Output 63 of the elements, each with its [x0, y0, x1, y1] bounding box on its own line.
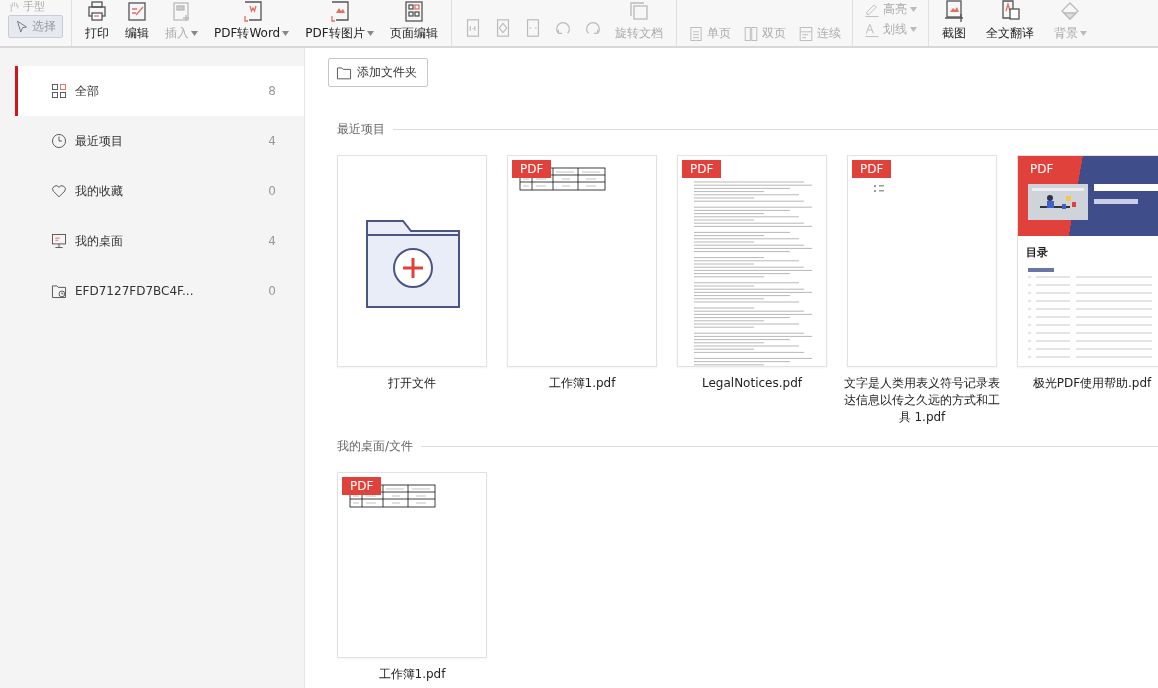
highlighter-icon: [863, 1, 880, 18]
page-grid-icon: [402, 0, 425, 22]
file-name: 工作簿1.pdf: [377, 666, 447, 683]
file-thumbnail[interactable]: PDF: [677, 155, 827, 367]
pointer-icon: [15, 19, 29, 34]
single-page-icon: [687, 25, 704, 42]
item-count: 8: [268, 84, 276, 98]
cover-title-drawing: [1094, 184, 1158, 206]
toolbar-button[interactable]: 打印: [80, 0, 114, 42]
file-name: 文字是人类用表义符号记录表达信息以传之久远的方式和工具 1.pdf: [843, 375, 1001, 426]
sidebar-item-label: 我的桌面: [75, 232, 124, 250]
toolbar-button[interactable]: 全文翻译: [980, 0, 1039, 42]
file-thumbnail[interactable]: PDF: [847, 155, 997, 367]
underline-icon: [863, 21, 880, 38]
edit-icon: [126, 0, 148, 22]
sidebar-item-label: 最近项目: [75, 132, 124, 150]
sidebar-item[interactable]: 我的桌面 4: [15, 216, 304, 266]
file-name: 极光PDF使用帮助.pdf: [1031, 375, 1153, 392]
sidebar-item[interactable]: 我的收藏 0: [15, 166, 304, 216]
list-page-drawing: [874, 185, 884, 192]
sidebar-item-label: EFD7127FD7BC4F...: [75, 284, 195, 298]
file-name: LegalNotices.pdf: [701, 375, 804, 392]
file-thumbnail[interactable]: PDF: [507, 155, 657, 367]
pdf-badge: PDF: [682, 160, 722, 178]
folder-icon: [336, 64, 352, 81]
item-count: 0: [268, 184, 276, 198]
section-heading-drawing: [1028, 268, 1054, 272]
pdf-badge: PDF: [512, 160, 552, 178]
file-name: 工作簿1.pdf: [547, 375, 617, 392]
sidebar-item[interactable]: EFD7127FD7BC4F... 0: [15, 266, 304, 316]
toolbar-button[interactable]: PDF转图片: [300, 0, 379, 42]
heart-icon: [51, 183, 67, 199]
hand-icon: [8, 1, 20, 13]
toolbar-button[interactable]: PDF转Word: [209, 0, 295, 42]
add-folder-button[interactable]: 添加文件夹: [328, 58, 428, 87]
sidebar-item[interactable]: 全部 8: [15, 66, 304, 116]
item-count: 4: [268, 234, 276, 248]
sidebar-item-label: 全部: [75, 82, 100, 100]
image-document-icon: [328, 0, 351, 22]
file-name: 打开文件: [387, 375, 437, 392]
item-count: 4: [268, 134, 276, 148]
file-thumbnail[interactable]: PDF: [337, 472, 487, 658]
continuous-page-icon: [797, 25, 814, 42]
contents-heading: 目录: [1026, 245, 1048, 260]
toolbar-button[interactable]: 编辑: [120, 0, 154, 42]
item-count: 0: [268, 284, 276, 298]
section-title: 最近项目: [337, 121, 385, 138]
screenshot-icon: [942, 0, 965, 22]
folder-clock-icon: [51, 283, 67, 299]
sidebar-item[interactable]: 最近项目 4: [15, 116, 304, 166]
clock-icon: [51, 133, 67, 149]
pdf-badge: PDF: [852, 160, 892, 178]
sidebar-item-label: 我的收藏: [75, 182, 124, 200]
toolbar-button[interactable]: 截图: [936, 0, 971, 42]
section-title: 我的桌面/文件: [337, 438, 414, 455]
double-page-icon: [742, 25, 759, 42]
grid-icon: [51, 83, 67, 99]
monitor-icon: [51, 233, 67, 249]
toolbar-button[interactable]: 页面编辑: [384, 0, 443, 42]
pdf-badge: PDF: [342, 477, 382, 495]
file-thumbnail[interactable]: PDF 目录: [1017, 155, 1158, 367]
pages-icon: [627, 0, 650, 22]
file-thumbnail[interactable]: [337, 155, 487, 367]
